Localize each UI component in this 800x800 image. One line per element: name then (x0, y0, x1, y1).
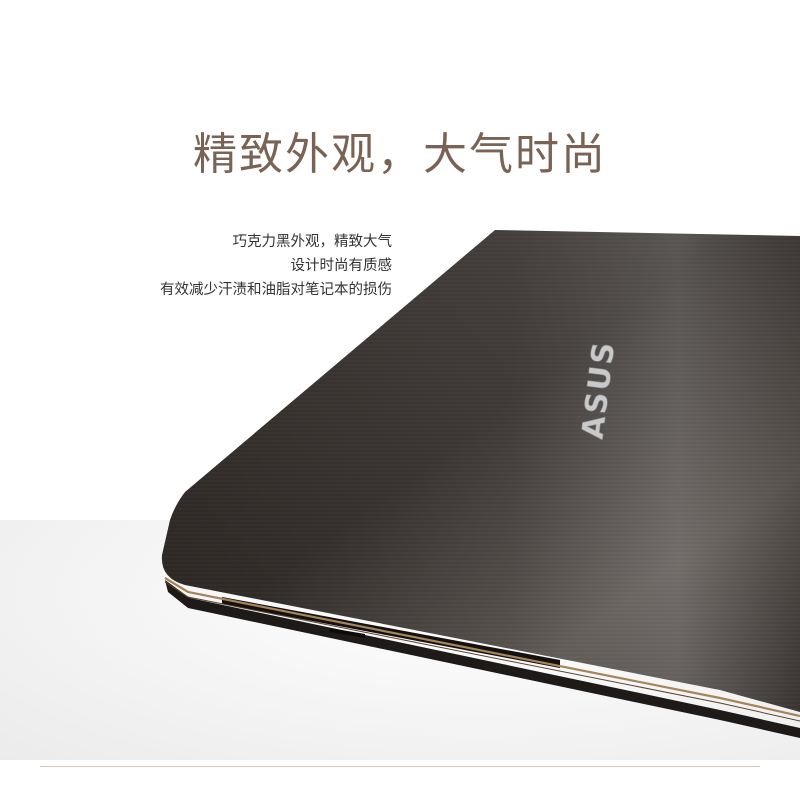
laptop-image: ASUS (161, 230, 800, 738)
divider (40, 766, 760, 767)
bottom-strip (0, 767, 800, 800)
